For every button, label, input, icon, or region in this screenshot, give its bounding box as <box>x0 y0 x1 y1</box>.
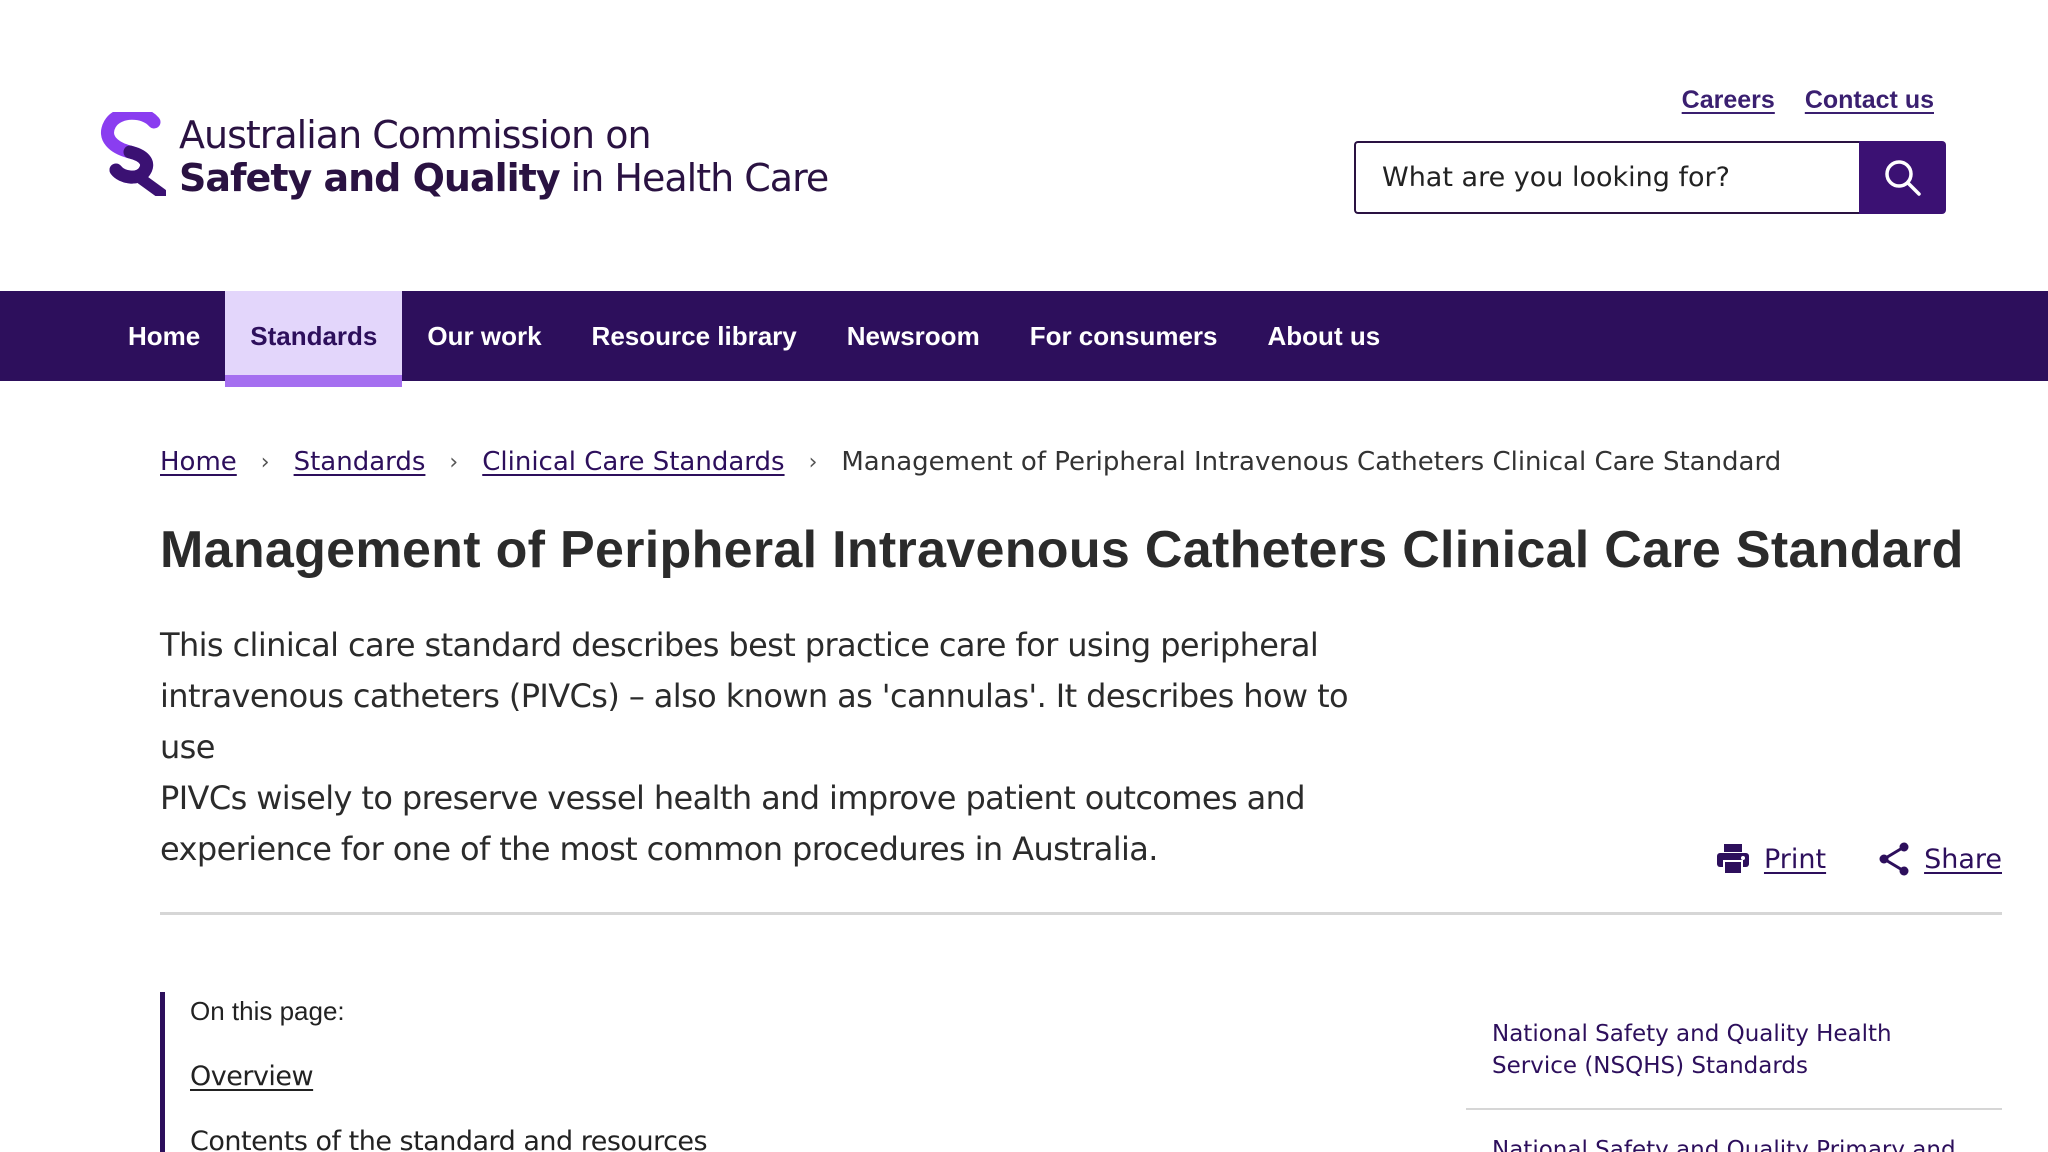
on-this-page-title: On this page: <box>190 996 345 1026</box>
nav-item-for-consumers[interactable]: For consumers <box>1005 291 1243 381</box>
share-button[interactable]: Share <box>1878 842 2002 876</box>
site-search <box>1354 141 1946 214</box>
nav-item-resource-library[interactable]: Resource library <box>567 291 822 381</box>
search-button[interactable] <box>1859 141 1946 214</box>
utility-links: Careers Contact us <box>1682 86 1934 115</box>
logo-text-rest: in Health Care <box>559 156 830 200</box>
chevron-right-icon: › <box>260 449 270 475</box>
nav-item-standards[interactable]: Standards <box>225 291 403 387</box>
side-link-nsqhs[interactable]: National Safety and Quality Health Servi… <box>1466 1010 2002 1110</box>
share-label: Share <box>1924 843 2002 875</box>
chevron-right-icon: › <box>449 449 459 475</box>
side-link-primary[interactable]: National Safety and Quality Primary and <box>1466 1110 2002 1152</box>
print-label: Print <box>1763 843 1827 875</box>
breadcrumb: Home › Standards › Clinical Care Standar… <box>160 447 1781 477</box>
search-input[interactable] <box>1354 141 1859 214</box>
toc-link-overview[interactable]: Overview <box>190 1061 707 1092</box>
site-logo[interactable]: Australian Commission on Safety and Qual… <box>100 112 830 200</box>
chevron-right-icon: › <box>808 449 818 475</box>
site-header: Australian Commission on Safety and Qual… <box>0 0 2048 291</box>
page-title: Management of Peripheral Intravenous Cat… <box>160 521 1964 579</box>
breadcrumb-clinical-care-standards[interactable]: Clinical Care Standards <box>482 447 784 477</box>
intro-line: PIVCs wisely to preserve vessel health a… <box>160 779 1306 817</box>
main-nav: Home Standards Our work Resource library… <box>0 291 2048 387</box>
share-icon <box>1879 842 1909 876</box>
search-icon <box>1884 159 1921 196</box>
breadcrumb-standards[interactable]: Standards <box>294 447 426 477</box>
printer-icon <box>1716 844 1749 875</box>
section-divider <box>160 912 2002 915</box>
intro-line: This clinical care standard describes be… <box>160 626 1319 664</box>
page-actions: Print Share <box>1716 842 2002 876</box>
logo-text-line2: Safety and Quality in Health Care <box>179 156 830 200</box>
nav-item-newsroom[interactable]: Newsroom <box>822 291 1005 381</box>
logo-mark-icon <box>101 112 166 196</box>
side-navigation: National Safety and Quality Health Servi… <box>1466 1010 2002 1152</box>
intro-line: experience for one of the most common pr… <box>160 830 1158 868</box>
on-this-page: On this page: Overview Contents of the s… <box>160 992 708 1152</box>
intro-paragraph: This clinical care standard describes be… <box>160 620 1390 875</box>
careers-link[interactable]: Careers <box>1682 86 1775 115</box>
nav-item-our-work[interactable]: Our work <box>402 291 566 381</box>
print-button[interactable]: Print <box>1716 843 1826 875</box>
breadcrumb-current: Management of Peripheral Intravenous Cat… <box>841 447 1782 477</box>
toc-link-contents[interactable]: Contents of the standard and resources <box>190 1126 708 1152</box>
logo-text-bold: Safety and Quality <box>179 156 561 200</box>
intro-line: intravenous catheters (PIVCs) – also kno… <box>160 677 1349 766</box>
breadcrumb-home[interactable]: Home <box>160 447 237 477</box>
nav-item-about-us[interactable]: About us <box>1243 291 1406 381</box>
logo-text-line1: Australian Commission on <box>179 113 652 157</box>
nav-item-home[interactable]: Home <box>103 291 225 381</box>
contact-us-link[interactable]: Contact us <box>1805 86 1934 115</box>
